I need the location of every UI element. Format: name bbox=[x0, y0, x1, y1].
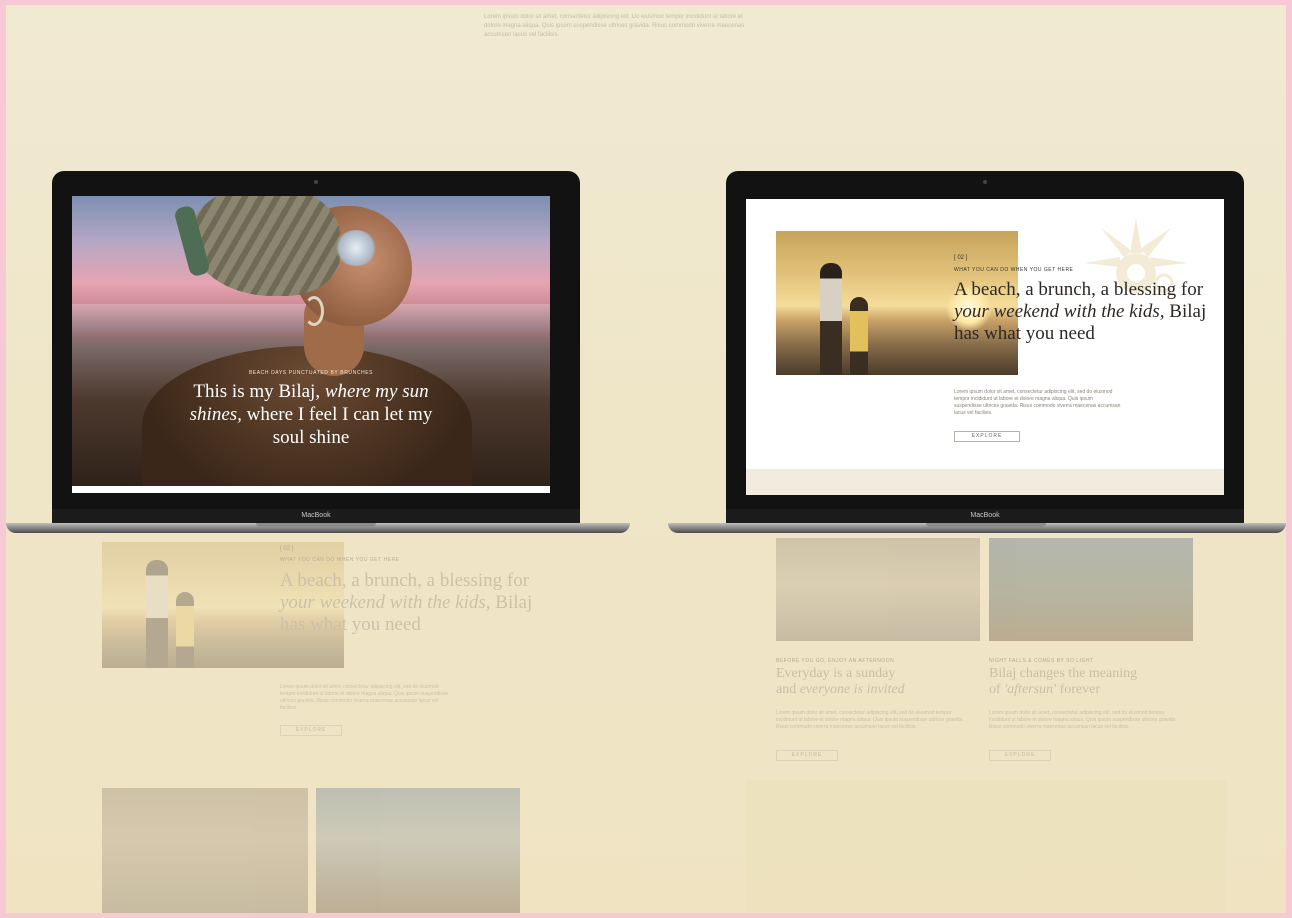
hero-title: This is my Bilaj, where my sun shines, w… bbox=[189, 381, 433, 448]
card1-eyebrow: BEFORE YOU GO, ENJOY AN AFTERNOON bbox=[776, 658, 895, 664]
card2-eyebrow: NIGHT FALLS & COMES BY SO LIGHT bbox=[989, 658, 1094, 664]
card2-body: Lorem ipsum dolor sit amet, consectetur … bbox=[989, 710, 1177, 730]
section-title: A beach, a brunch, a blessing for your w… bbox=[954, 279, 1207, 344]
laptop-left-brand: MacBook bbox=[52, 509, 580, 523]
card1-body: Lorem ipsum dolor sit amet, consectetur … bbox=[776, 710, 964, 730]
card1-title: Everyday is a sunday and everyone is inv… bbox=[776, 666, 905, 697]
background-section-right: BEFORE YOU GO, ENJOY AN AFTERNOON Everyd… bbox=[776, 538, 1196, 768]
laptop-right-brand: MacBook bbox=[726, 509, 1244, 523]
card2-explore-button[interactable]: EXPLORE bbox=[989, 750, 1051, 761]
background-lounge-photo bbox=[776, 538, 980, 641]
background-section-body: Lorem ipsum dolor sit amet, consectetur … bbox=[280, 684, 449, 711]
laptop-right: [ 02 ] WHAT YOU CAN DO WHEN YOU GET HERE… bbox=[668, 171, 1286, 541]
section-eyebrow: WHAT YOU CAN DO WHEN YOU GET HERE bbox=[954, 267, 1074, 273]
hero-footer-bar bbox=[72, 486, 550, 493]
background-section-number: [ 02 ] bbox=[280, 546, 294, 552]
laptop-left: BEACH DAYS PUNCTUATED BY BRUNCHES This i… bbox=[6, 171, 630, 541]
mockup-canvas: Lorem ipsum dolor sit amet, consectetur … bbox=[6, 5, 1286, 913]
background-section-eyebrow: WHAT YOU CAN DO WHEN YOU GET HERE bbox=[280, 557, 400, 563]
background-section-title: A beach, a brunch, a blessing for your w… bbox=[280, 570, 533, 635]
section-footer-band bbox=[746, 469, 1224, 495]
background-footer-panel bbox=[746, 780, 1226, 913]
laptop-right-screen: [ 02 ] WHAT YOU CAN DO WHEN YOU GET HERE… bbox=[746, 199, 1224, 495]
laptop-right-lid: [ 02 ] WHAT YOU CAN DO WHEN YOU GET HERE… bbox=[726, 171, 1244, 523]
section-number: [ 02 ] bbox=[954, 255, 968, 261]
laptop-right-notch bbox=[926, 523, 1046, 527]
background-explore-button[interactable]: EXPLORE bbox=[280, 725, 342, 736]
laptop-left-notch bbox=[256, 523, 376, 527]
background-photo-row-left bbox=[102, 788, 522, 913]
background-pool-photo bbox=[316, 788, 520, 913]
card2-title: Bilaj changes the meaning of 'aftersun' … bbox=[989, 666, 1138, 697]
explore-button[interactable]: EXPLORE bbox=[954, 431, 1020, 442]
background-night-photo bbox=[989, 538, 1193, 641]
top-blurb-text: Lorem ipsum dolor sit amet, consectetur … bbox=[484, 14, 745, 38]
laptop-left-screen: BEACH DAYS PUNCTUATED BY BRUNCHES This i… bbox=[72, 196, 550, 493]
hero-eyebrow: BEACH DAYS PUNCTUATED BY BRUNCHES bbox=[248, 370, 374, 376]
section-body: Lorem ipsum dolor sit amet, consectetur … bbox=[954, 389, 1121, 416]
camera-icon bbox=[983, 180, 987, 184]
card1-explore-button[interactable]: EXPLORE bbox=[776, 750, 838, 761]
laptop-left-lid: BEACH DAYS PUNCTUATED BY BRUNCHES This i… bbox=[52, 171, 580, 523]
camera-icon bbox=[314, 180, 318, 184]
background-restaurant-photo bbox=[102, 788, 308, 913]
background-section-left: [ 02 ] WHAT YOU CAN DO WHEN YOU GET HERE… bbox=[102, 542, 552, 742]
